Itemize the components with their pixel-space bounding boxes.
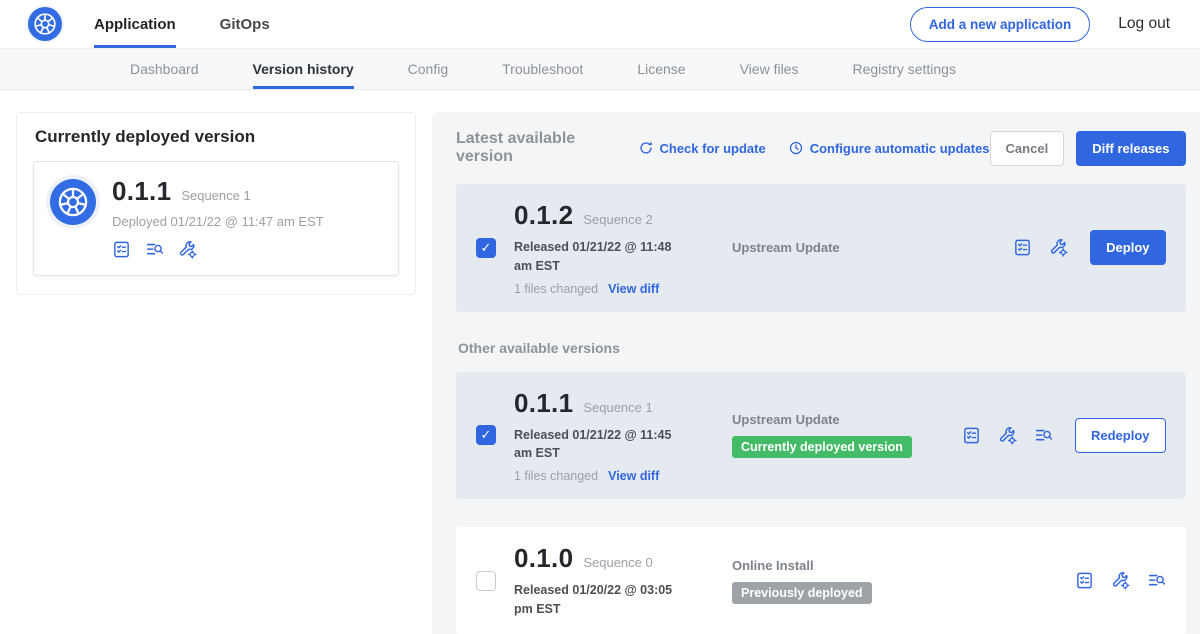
subnav-tab-dashboard[interactable]: Dashboard bbox=[130, 49, 199, 89]
view-files-icon[interactable] bbox=[1147, 571, 1166, 590]
sequence-label: Sequence 1 bbox=[181, 188, 250, 203]
version-card-0-1-0: 0.1.0 Sequence 0 Released 01/20/22 @ 03:… bbox=[456, 527, 1186, 634]
sequence-label: Sequence 1 bbox=[583, 400, 652, 415]
version-source: Online Install Previously deployed bbox=[732, 558, 944, 604]
release-notes-icon[interactable] bbox=[962, 426, 981, 445]
subnav-tab-version-history[interactable]: Version history bbox=[253, 49, 354, 89]
deployed-version-info: 0.1.1 Sequence 1 Deployed 01/21/22 @ 11:… bbox=[112, 176, 324, 259]
edit-config-icon[interactable] bbox=[1111, 571, 1130, 590]
latest-version-header: Latest available version Check for updat… bbox=[456, 130, 1186, 166]
release-notes-icon[interactable] bbox=[1075, 571, 1094, 590]
deployed-version-actions bbox=[112, 240, 324, 259]
top-nav-tabs: Application GitOps bbox=[94, 0, 314, 48]
version-history-panel: Latest available version Check for updat… bbox=[432, 112, 1200, 634]
version-checkbox[interactable] bbox=[476, 571, 496, 591]
subnav-tab-config[interactable]: Config bbox=[408, 49, 448, 89]
tab-gitops[interactable]: GitOps bbox=[220, 0, 270, 48]
view-diff-link[interactable]: View diff bbox=[608, 282, 659, 296]
view-files-icon[interactable] bbox=[145, 240, 164, 259]
diff-releases-button[interactable]: Diff releases bbox=[1076, 131, 1185, 166]
release-notes-icon[interactable] bbox=[1013, 238, 1032, 257]
status-badge: Previously deployed bbox=[732, 582, 872, 604]
version-actions bbox=[1075, 571, 1166, 590]
released-date: Released 01/20/22 @ 03:05 pm EST bbox=[514, 581, 690, 619]
configure-automatic-updates-label: Configure automatic updates bbox=[810, 141, 990, 156]
version-info: 0.1.0 Sequence 0 Released 01/20/22 @ 03:… bbox=[514, 543, 714, 619]
top-navbar: Application GitOps Add a new application… bbox=[0, 0, 1200, 49]
release-notes-icon[interactable] bbox=[112, 240, 131, 259]
version-actions: Redeploy bbox=[962, 418, 1166, 453]
add-new-application-button[interactable]: Add a new application bbox=[910, 7, 1091, 42]
cancel-button[interactable]: Cancel bbox=[990, 131, 1065, 166]
version-number: 0.1.2 bbox=[514, 200, 573, 231]
check-for-update-link[interactable]: Check for update bbox=[638, 140, 766, 156]
source-type-label: Upstream Update bbox=[732, 240, 944, 255]
redeploy-button[interactable]: Redeploy bbox=[1075, 418, 1166, 453]
currently-deployed-panel: Currently deployed version 0.1.1 Sequenc… bbox=[16, 112, 416, 295]
view-files-icon[interactable] bbox=[1034, 426, 1053, 445]
clock-icon bbox=[788, 140, 804, 156]
logout-button[interactable]: Log out bbox=[1118, 15, 1170, 33]
files-changed-label: 1 files changed bbox=[514, 282, 598, 296]
edit-config-icon[interactable] bbox=[998, 426, 1017, 445]
status-badge: Currently deployed version bbox=[732, 436, 912, 458]
subnav-tab-troubleshoot[interactable]: Troubleshoot bbox=[502, 49, 583, 89]
other-versions-title: Other available versions bbox=[458, 340, 1186, 356]
app-kubernetes-icon bbox=[50, 179, 96, 225]
version-number: 0.1.1 bbox=[514, 388, 573, 419]
source-type-label: Online Install bbox=[732, 558, 944, 573]
source-type-label: Upstream Update bbox=[732, 412, 944, 427]
version-number: 0.1.1 bbox=[112, 176, 171, 207]
version-source: Upstream Update Currently deployed versi… bbox=[732, 412, 944, 458]
latest-version-title: Latest available version bbox=[456, 130, 616, 166]
subnav-tab-view-files[interactable]: View files bbox=[740, 49, 799, 89]
version-number: 0.1.0 bbox=[514, 543, 573, 574]
released-date: Released 01/21/22 @ 11:45 am EST bbox=[514, 426, 690, 464]
files-changed-label: 1 files changed bbox=[514, 469, 598, 483]
version-checkbox[interactable] bbox=[476, 425, 496, 445]
version-source: Upstream Update bbox=[732, 240, 944, 255]
edit-config-icon[interactable] bbox=[1049, 238, 1068, 257]
subnav-tab-license[interactable]: License bbox=[637, 49, 685, 89]
sequence-label: Sequence 2 bbox=[583, 212, 652, 227]
app-subnav: Dashboard Version history Config Trouble… bbox=[0, 49, 1200, 90]
released-date: Released 01/21/22 @ 11:48 am EST bbox=[514, 238, 690, 276]
edit-config-icon[interactable] bbox=[178, 240, 197, 259]
version-checkbox[interactable] bbox=[476, 238, 496, 258]
tab-application[interactable]: Application bbox=[94, 0, 176, 48]
check-for-update-label: Check for update bbox=[660, 141, 766, 156]
main-content: Currently deployed version 0.1.1 Sequenc… bbox=[0, 90, 1200, 634]
app-page: Application GitOps Add a new application… bbox=[0, 0, 1200, 634]
configure-automatic-updates-link[interactable]: Configure automatic updates bbox=[788, 140, 990, 156]
version-info: 0.1.1 Sequence 1 Released 01/21/22 @ 11:… bbox=[514, 388, 714, 484]
version-actions: Deploy bbox=[1013, 230, 1165, 265]
deployed-timestamp: Deployed 01/21/22 @ 11:47 am EST bbox=[112, 214, 324, 229]
deploy-button[interactable]: Deploy bbox=[1090, 230, 1165, 265]
version-card-0-1-2: 0.1.2 Sequence 2 Released 01/21/22 @ 11:… bbox=[456, 184, 1186, 312]
kubernetes-logo-icon[interactable] bbox=[28, 7, 62, 41]
deployed-version-card: 0.1.1 Sequence 1 Deployed 01/21/22 @ 11:… bbox=[33, 161, 399, 276]
view-diff-link[interactable]: View diff bbox=[608, 469, 659, 483]
subnav-tab-registry-settings[interactable]: Registry settings bbox=[852, 49, 955, 89]
panel-title: Currently deployed version bbox=[35, 127, 399, 147]
version-card-0-1-1: 0.1.1 Sequence 1 Released 01/21/22 @ 11:… bbox=[456, 372, 1186, 500]
refresh-icon bbox=[638, 140, 654, 156]
sequence-label: Sequence 0 bbox=[583, 555, 652, 570]
version-info: 0.1.2 Sequence 2 Released 01/21/22 @ 11:… bbox=[514, 200, 714, 296]
